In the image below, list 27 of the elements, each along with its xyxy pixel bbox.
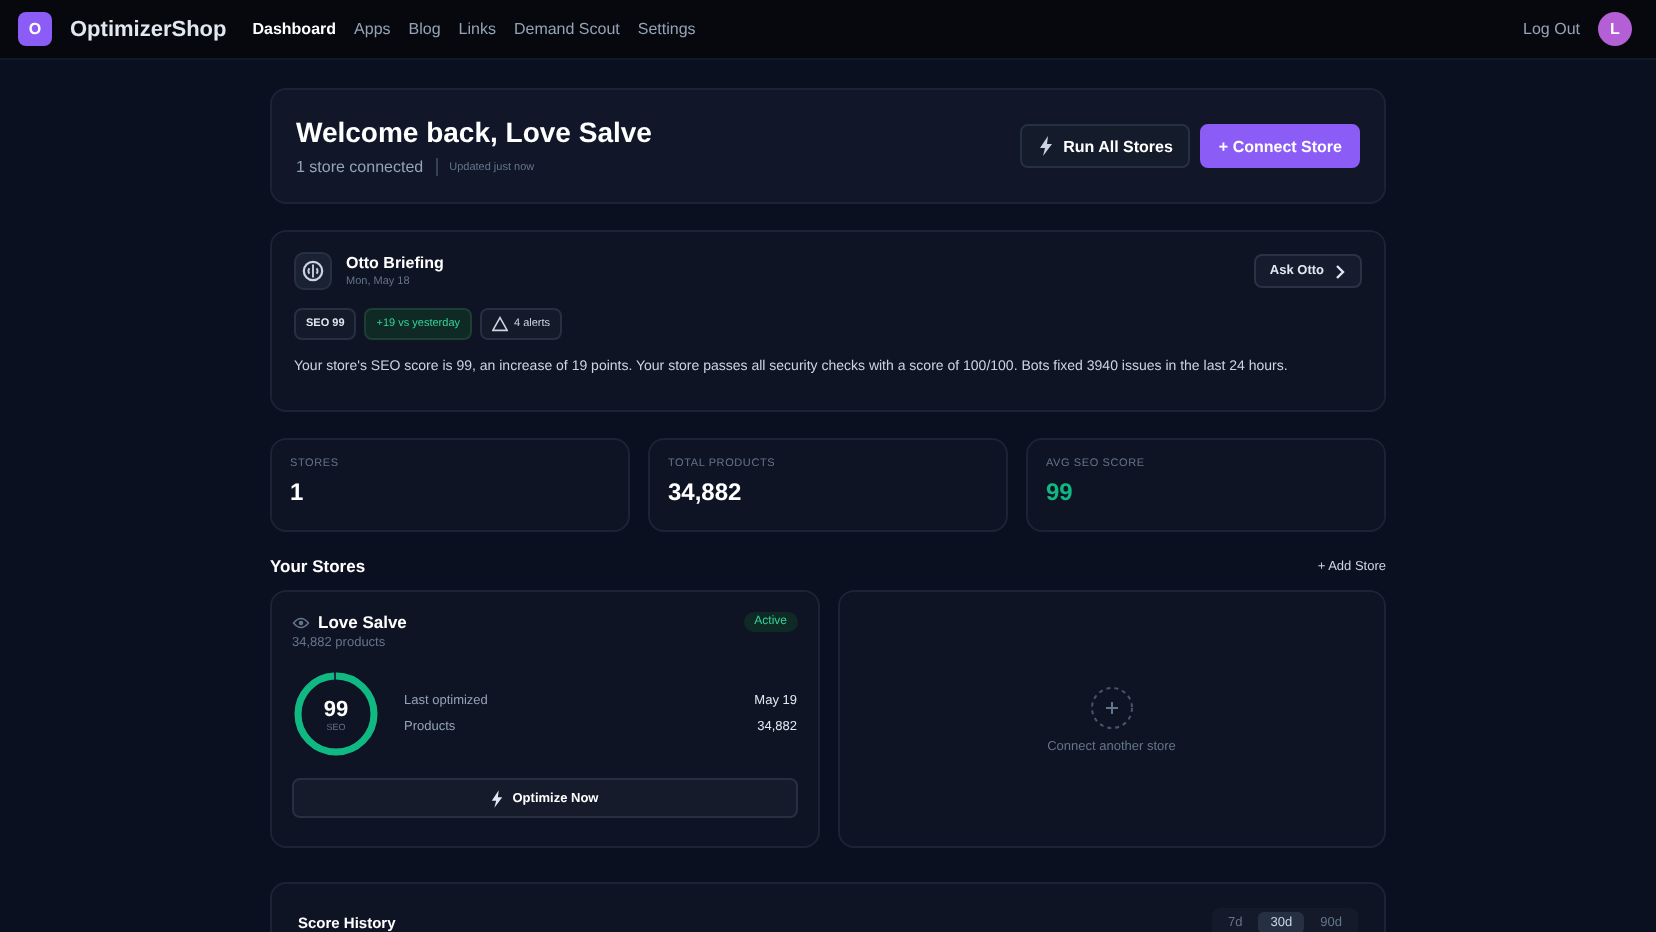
add-icon xyxy=(1089,685,1134,729)
nav-link[interactable]: Dashboard xyxy=(252,20,337,38)
nav-link[interactable]: Demand Scout xyxy=(513,20,620,38)
briefing-title: Otto Briefing xyxy=(346,254,444,272)
stat-value: 99 xyxy=(1046,478,1075,506)
run-all-button[interactable]: Run All Stores xyxy=(1019,124,1191,168)
nav-link[interactable]: Settings xyxy=(637,20,696,38)
stat-value: 1 xyxy=(290,478,306,506)
user-avatar[interactable]: L xyxy=(1598,12,1632,46)
warning-icon xyxy=(492,316,508,332)
nav-link[interactable]: Blog xyxy=(408,20,441,38)
logout-link[interactable]: Log Out xyxy=(1523,20,1580,38)
store-name: Love Salve xyxy=(318,612,407,632)
stat-value: 34,882 xyxy=(668,478,744,506)
lightning-icon xyxy=(1037,136,1054,156)
app-logo: O xyxy=(18,12,52,46)
nav-link[interactable]: Links xyxy=(458,20,496,38)
nav-link[interactable]: Apps xyxy=(354,20,391,38)
store-count: 1 store connected xyxy=(296,158,424,176)
score-value: 99 xyxy=(323,697,349,721)
chevron-right-icon xyxy=(1334,263,1346,279)
lightning-icon xyxy=(490,789,505,807)
connect-store-button[interactable]: + Connect Store xyxy=(1200,124,1360,168)
brand-name: OptimizerShop xyxy=(70,17,227,41)
welcome-title: Welcome back, Love Salve xyxy=(296,116,652,148)
section-title: Your Stores xyxy=(270,556,366,576)
eye-icon xyxy=(292,615,310,629)
